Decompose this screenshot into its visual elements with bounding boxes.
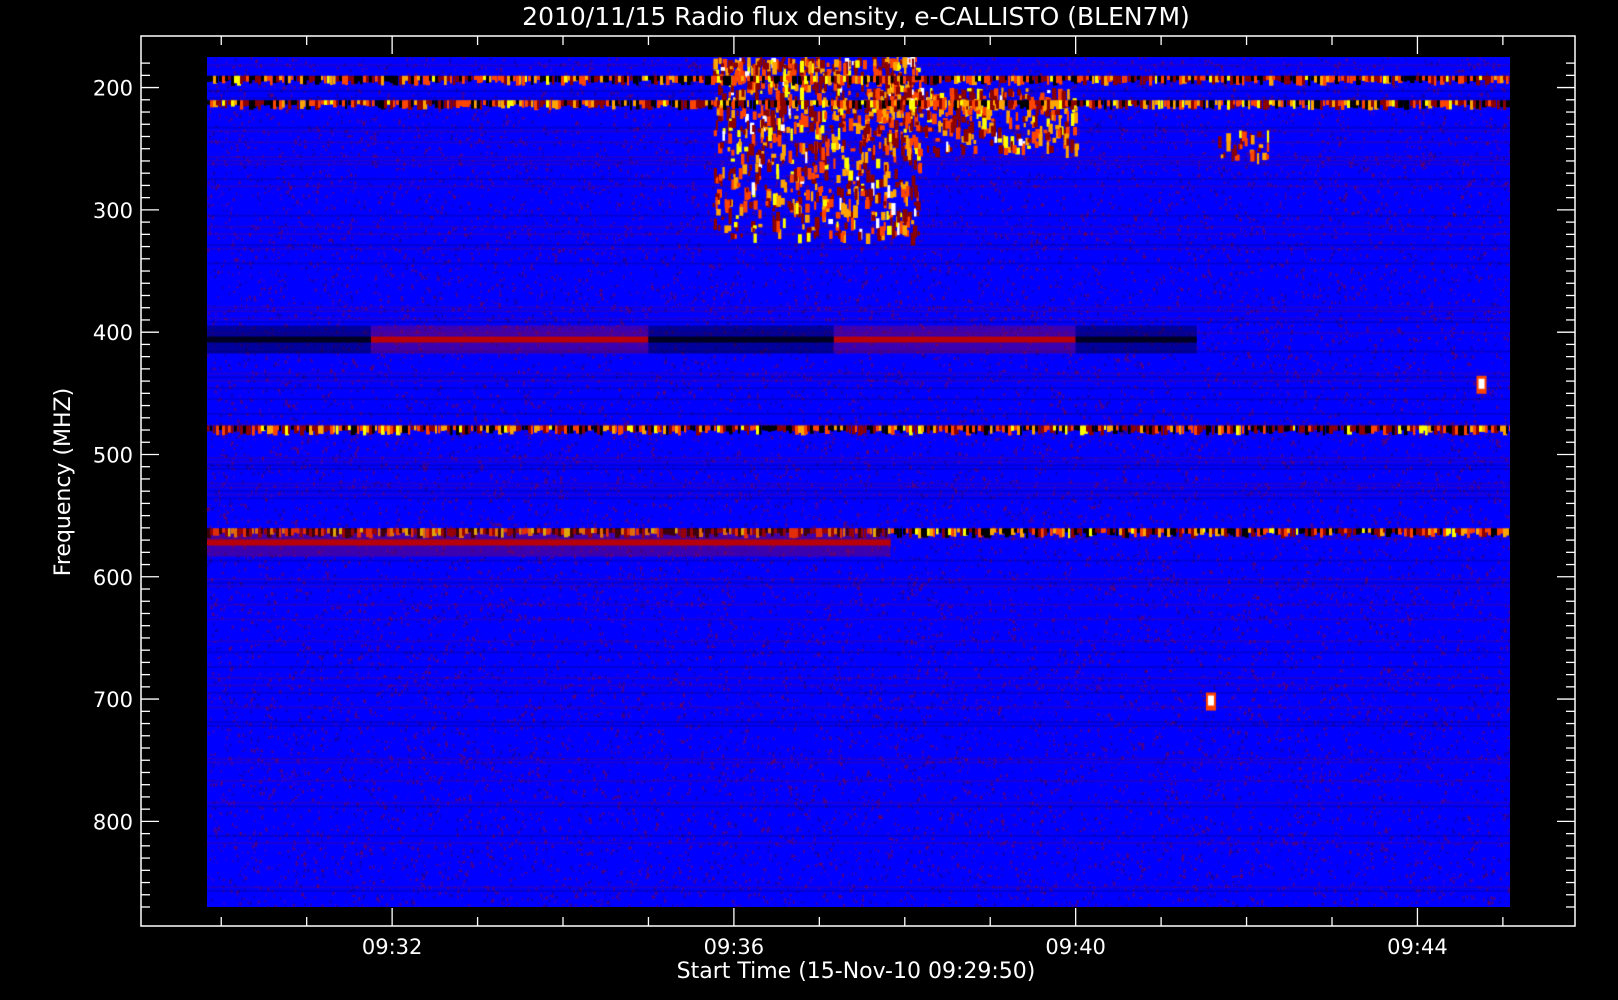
plot-area [207,57,1510,907]
x-tick-label: 09:32 [362,935,423,959]
spectrogram-chart: 2010/11/15 Radio flux density, e-CALLIST… [51,2,1576,984]
y-tick-label: 200 [93,77,133,101]
y-tick-label: 500 [93,443,133,467]
spectrogram-image [207,57,1510,907]
x-tick-label: 09:40 [1045,935,1106,959]
x-axis-title: Start Time (15-Nov-10 09:29:50) [677,959,1036,984]
y-tick-label: 700 [93,688,133,712]
y-axis-title: Frequency (MHZ) [51,388,76,576]
x-tick-label: 09:44 [1387,935,1448,959]
y-tick-label: 300 [93,199,133,223]
y-tick-label: 400 [93,321,133,345]
chart-title: 2010/11/15 Radio flux density, e-CALLIST… [522,2,1190,31]
x-tick-label: 09:36 [704,935,765,959]
y-tick-label: 600 [93,566,133,590]
y-tick-label: 800 [93,810,133,834]
